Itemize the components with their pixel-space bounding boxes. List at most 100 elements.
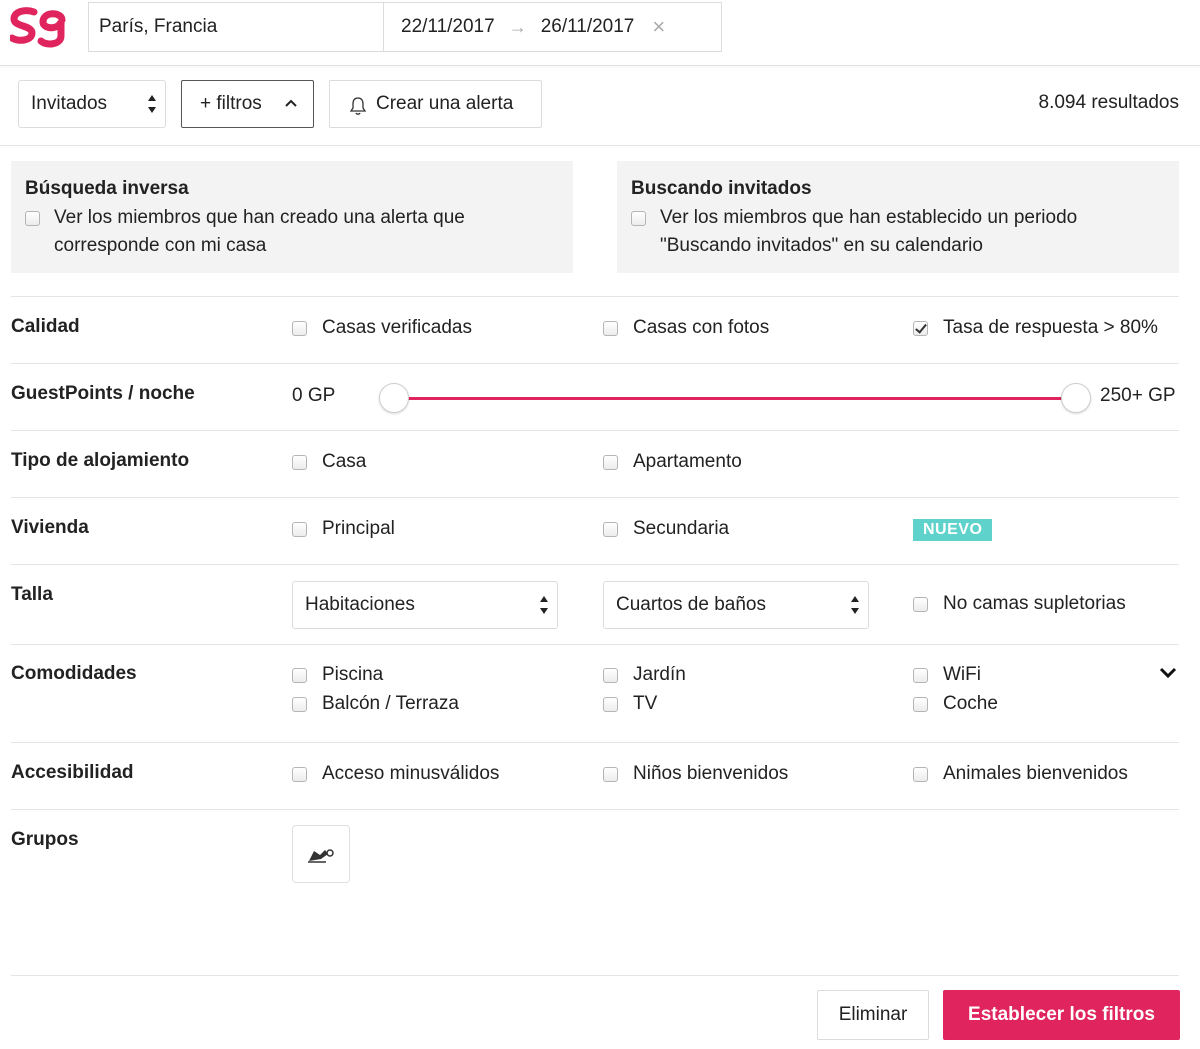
pets-welcome-checkbox[interactable]: [913, 766, 928, 782]
response-rate-label: Tasa de respuesta > 80%: [943, 317, 1158, 338]
wifi-label: WiFi: [943, 664, 981, 685]
seeking-guests-checkbox[interactable]: [631, 211, 646, 226]
primary-checkbox[interactable]: [292, 521, 307, 537]
chevron-down-icon[interactable]: [1159, 667, 1177, 679]
accommodation-label: Tipo de alojamiento: [11, 450, 190, 471]
wifi-checkbox[interactable]: [913, 667, 928, 683]
option-wifi[interactable]: WiFi: [913, 664, 981, 686]
filter-row-accommodation: Tipo de alojamiento Casa Apartamento: [11, 430, 1179, 498]
option-garden[interactable]: Jardín: [603, 664, 686, 686]
guestpoints-min-handle[interactable]: [379, 383, 409, 413]
no-extra-beds-checkbox[interactable]: [913, 596, 928, 612]
date-to[interactable]: 26/11/2017: [541, 16, 635, 38]
tv-checkbox[interactable]: [603, 696, 618, 712]
footer-divider: [11, 975, 1179, 976]
guestpoints-max-handle[interactable]: [1061, 383, 1091, 413]
rooms-select[interactable]: Habitaciones: [292, 581, 558, 629]
seeking-guests-panel: Buscando invitados Ver los miembros que …: [617, 161, 1179, 273]
seeking-guests-text: Ver los miembros que han establecido un …: [660, 207, 1078, 256]
option-verified-homes[interactable]: Casas verificadas: [292, 317, 472, 339]
updown-arrows-icon: [148, 95, 156, 113]
disabled-access-label: Acceso minusválidos: [322, 763, 500, 784]
delete-filters-button[interactable]: Eliminar: [817, 990, 929, 1040]
apply-filters-button[interactable]: Establecer los filtros: [943, 990, 1180, 1040]
children-welcome-label: Niños bienvenidos: [633, 763, 789, 784]
date-range[interactable]: 22/11/2017 → 26/11/2017 ×: [384, 3, 721, 51]
response-rate-checkbox[interactable]: [913, 320, 928, 336]
reverse-search-panel: Búsqueda inversa Ver los miembros que ha…: [11, 161, 573, 273]
secondary-label: Secundaria: [633, 518, 730, 539]
seeking-guests-option[interactable]: Ver los miembros que han establecido un …: [631, 204, 1165, 260]
pets-welcome-label: Animales bienvenidos: [943, 763, 1128, 784]
group-badge-icon: [308, 849, 334, 863]
amenities-label: Comodidades: [11, 663, 137, 684]
balcony-checkbox[interactable]: [292, 696, 307, 712]
option-primary[interactable]: Principal: [292, 518, 395, 540]
verified-homes-checkbox[interactable]: [292, 320, 307, 336]
homes-with-photos-checkbox[interactable]: [603, 320, 618, 336]
quality-label: Calidad: [11, 316, 80, 337]
option-tv[interactable]: TV: [603, 693, 657, 715]
disabled-access-checkbox[interactable]: [292, 766, 307, 782]
apartment-label: Apartamento: [633, 451, 742, 472]
option-homes-with-photos[interactable]: Casas con fotos: [603, 317, 769, 339]
updown-arrows-icon: [851, 596, 859, 614]
guests-select-label: Invitados: [31, 93, 108, 114]
children-welcome-checkbox[interactable]: [603, 766, 618, 782]
guestpoints-label: GuestPoints / noche: [11, 383, 195, 404]
updown-arrows-icon: [540, 596, 548, 614]
filter-row-accessibility: Accesibilidad Acceso minusválidos Niños …: [11, 742, 1179, 810]
group-toggle-button[interactable]: [292, 825, 350, 883]
create-alert-button[interactable]: Crear una alerta: [329, 80, 542, 128]
balcony-label: Balcón / Terraza: [322, 693, 459, 714]
date-from[interactable]: 22/11/2017: [401, 16, 495, 38]
option-pool[interactable]: Piscina: [292, 664, 383, 686]
bathrooms-select-label: Cuartos de baños: [616, 594, 766, 615]
pool-label: Piscina: [322, 664, 384, 685]
option-car[interactable]: Coche: [913, 693, 998, 715]
homes-with-photos-label: Casas con fotos: [633, 317, 770, 338]
reverse-search-option[interactable]: Ver los miembros que han creado una aler…: [25, 204, 559, 260]
accessibility-label: Accesibilidad: [11, 762, 134, 783]
bathrooms-select[interactable]: Cuartos de baños: [603, 581, 869, 629]
option-pets-welcome[interactable]: Animales bienvenidos: [913, 763, 1128, 785]
size-label: Talla: [11, 584, 53, 605]
residence-label: Vivienda: [11, 517, 89, 538]
garden-checkbox[interactable]: [603, 667, 618, 683]
clear-dates-icon[interactable]: ×: [652, 16, 665, 38]
reverse-search-text: Ver los miembros que han creado una aler…: [54, 207, 465, 256]
more-filters-label: + filtros: [200, 93, 262, 114]
car-label: Coche: [943, 693, 998, 714]
option-balcony[interactable]: Balcón / Terraza: [292, 693, 459, 715]
apartment-checkbox[interactable]: [603, 454, 618, 470]
filter-row-residence: Vivienda Principal Secundaria NUEVO: [11, 497, 1179, 565]
option-apartment[interactable]: Apartamento: [603, 451, 742, 473]
house-checkbox[interactable]: [292, 454, 307, 470]
garden-label: Jardín: [633, 664, 686, 685]
guests-select[interactable]: Invitados: [18, 80, 166, 128]
new-badge: NUEVO: [913, 519, 993, 541]
filter-toolbar: Invitados + filtros Crear una alerta 8.0…: [0, 66, 1200, 146]
guestpoints-max-label: 250+ GP: [1100, 385, 1176, 406]
option-no-extra-beds[interactable]: No camas supletorias: [913, 593, 1126, 615]
pool-checkbox[interactable]: [292, 667, 307, 683]
results-count: 8.094 resultados: [1038, 92, 1180, 113]
chevron-up-icon: [285, 99, 297, 107]
guestpoints-slider-track[interactable]: [393, 397, 1076, 400]
option-house[interactable]: Casa: [292, 451, 366, 473]
top-bar: París, Francia 22/11/2017 → 26/11/2017 ×: [0, 0, 1200, 66]
option-children-welcome[interactable]: Niños bienvenidos: [603, 763, 788, 785]
reverse-search-title: Búsqueda inversa: [25, 178, 189, 199]
reverse-search-checkbox[interactable]: [25, 211, 40, 226]
filter-row-guestpoints: GuestPoints / noche 0 GP 250+ GP: [11, 363, 1179, 431]
option-disabled-access[interactable]: Acceso minusválidos: [292, 763, 499, 785]
filter-row-groups: Grupos: [11, 809, 1179, 909]
option-response-rate[interactable]: Tasa de respuesta > 80%: [913, 317, 1158, 339]
more-filters-button[interactable]: + filtros: [181, 80, 314, 128]
secondary-checkbox[interactable]: [603, 521, 618, 537]
guestpoints-min-label: 0 GP: [292, 385, 336, 406]
option-secondary[interactable]: Secundaria: [603, 518, 729, 540]
brand-logo[interactable]: [10, 6, 68, 50]
location-input[interactable]: París, Francia: [89, 3, 384, 51]
car-checkbox[interactable]: [913, 696, 928, 712]
